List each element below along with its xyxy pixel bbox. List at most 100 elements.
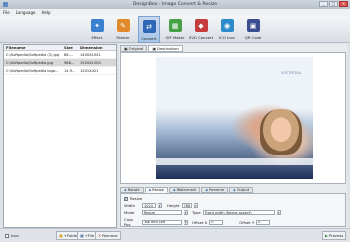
crop-pos-select[interactable]: Top and Left — [142, 219, 182, 225]
tab-label: Resize — [152, 188, 164, 192]
image-subject — [260, 109, 302, 155]
tab-label: Rename — [209, 188, 224, 192]
svg-convert-icon: ◆ — [194, 19, 208, 32]
width-input[interactable]: 1024 — [142, 203, 156, 208]
painter-tool-button[interactable]: ✎ Painter — [112, 16, 134, 43]
close-button[interactable]: ✕ — [339, 1, 348, 7]
qr-code-tool-button[interactable]: ▣ QR Code — [242, 16, 264, 43]
resize-checkbox[interactable]: ✔ — [124, 196, 128, 201]
tab-label: Rotate — [127, 188, 140, 192]
column-size[interactable]: Size — [62, 45, 78, 50]
file-size-cell: 14.9... — [64, 68, 76, 73]
tool-label: Convert — [141, 36, 157, 41]
remove-button[interactable]: ✕ Remove — [95, 231, 121, 240]
image-icon: ▣ — [152, 46, 157, 51]
chevron-down-icon[interactable]: ▾ — [276, 210, 281, 215]
icon-label: Icon — [11, 233, 19, 238]
tool-label: GIF Maker — [165, 35, 185, 40]
file-dimension-cell: 1201X421 — [80, 68, 99, 73]
tool-label: Effect — [91, 35, 103, 40]
offset-y-input[interactable]: 0 — [256, 219, 271, 225]
file-dimension-cell: 1920X1200 — [80, 60, 101, 65]
icon-checkbox[interactable] — [5, 233, 9, 238]
type-label: Type — [192, 210, 201, 215]
process-button[interactable]: ▶ Process — [322, 231, 347, 240]
output-icon: ◆ — [232, 188, 236, 192]
type-select[interactable]: Fixed width (Keeps aspect) — [202, 210, 275, 215]
menu-bar: File Language Help — [0, 9, 350, 16]
image-watermark: SOFTPEDIA — [280, 71, 301, 75]
tab-label: Watermark — [176, 188, 197, 192]
width-spinner[interactable]: ▾ — [158, 203, 162, 208]
remove-icon: ✕ — [98, 233, 102, 238]
menu-help[interactable]: Help — [41, 10, 50, 15]
file-row[interactable]: C:\Softpedia\Softpedia.jpg 988... 1920X120… — [4, 59, 116, 67]
folder-icon: ■ — [59, 233, 63, 238]
tool-label: Painter — [116, 35, 130, 40]
height-dropdown[interactable]: ▾ — [193, 203, 198, 208]
svg-convert-tool-button[interactable]: ◆ SVG Convert — [188, 16, 214, 43]
mode-label: Mode — [124, 210, 135, 215]
file-size-cell: 86.... — [64, 52, 74, 57]
offset-y-label: Offset Y — [239, 219, 255, 225]
crop-pos-label: Crop Pos — [124, 217, 133, 227]
file-row[interactable]: C:\Softpedia\Softpedia (2).jpg 86.... 1400… — [4, 51, 116, 59]
menu-file[interactable]: File — [3, 10, 10, 15]
gif-maker-icon: ▦ — [168, 19, 182, 32]
offset-x-input[interactable]: 0 — [209, 219, 224, 225]
effect-tool-button[interactable]: ✦ Effect — [86, 16, 108, 43]
ico-icon-tool-button[interactable]: ◉ ICO Icon — [216, 16, 238, 43]
image-stripe — [156, 158, 313, 165]
tool-label: SVG Convert — [188, 35, 214, 40]
chevron-down-icon[interactable]: ▾ — [184, 219, 188, 225]
resize-icon: ◆ — [148, 188, 152, 192]
maximize-button[interactable]: □ — [329, 1, 338, 7]
file-name-cell: C:\Softpedia\Softpedia.jpg — [6, 60, 53, 65]
height-label: Height — [167, 203, 180, 208]
resize-panel: ✔ Resize Width 1024 ▾ Height 768 ▾ Mode … — [120, 193, 346, 227]
tab-destination[interactable]: ▣ Destination — [148, 45, 183, 52]
file-size-cell: 988... — [64, 60, 75, 65]
image-icon: ▣ — [124, 46, 128, 51]
convert-icon: ⇄ — [142, 20, 156, 33]
width-label: Width — [124, 203, 136, 208]
painter-icon: ✎ — [116, 19, 130, 32]
offset-x-label: Offset X — [192, 219, 208, 225]
column-filename[interactable]: Filename — [4, 45, 62, 50]
tab-label: Output — [236, 188, 250, 192]
gif-maker-tool-button[interactable]: ▦ GIF Maker — [164, 16, 186, 43]
preview-image: SOFTPEDIA — [156, 57, 313, 179]
watermark-icon: ◆ — [172, 188, 176, 192]
window-controls: _ □ ✕ — [319, 1, 348, 7]
resize-label: Resize — [130, 196, 143, 201]
title-bar: DesignBox - Image Convert & Resize _ □ ✕ — [0, 0, 350, 9]
minimize-button[interactable]: _ — [319, 1, 328, 7]
rotate-icon: ◆ — [124, 188, 127, 192]
rename-icon: ◆ — [205, 188, 209, 192]
menu-language[interactable]: Language — [16, 10, 36, 15]
tool-label: ICO Icon — [219, 35, 235, 40]
preview-pane: SOFTPEDIA — [120, 52, 346, 184]
column-dimension[interactable]: Dimension — [78, 45, 116, 50]
ico-icon: ◉ — [220, 19, 234, 32]
bottom-bar: Icon ■ +Folder ■ +File ✕ Remove ▶ Process — [0, 228, 350, 242]
window-title: DesignBox - Image Convert & Resize — [132, 2, 218, 7]
height-input[interactable]: 768 — [181, 203, 192, 208]
mode-select[interactable]: Resize — [142, 210, 182, 215]
chevron-down-icon[interactable]: ▾ — [184, 210, 188, 215]
file-icon: ■ — [80, 233, 84, 238]
preview-area: ▣ Original ▣ Destination SOFTPEDIA ◆ Rotate… — [119, 44, 347, 228]
file-row[interactable]: C:\Softpedia\Softpedia logo... 14.9... 120… — [4, 67, 116, 75]
effect-icon: ✦ — [90, 19, 104, 32]
qr-code-icon: ▣ — [246, 19, 260, 32]
main-toolbar: ✦ Effect ✎ Painter ⇄ Convert ▦ GIF Maker ◆ SVG Co… — [0, 16, 350, 43]
file-name-cell: C:\Softpedia\Softpedia (2).jpg — [6, 52, 60, 57]
tool-label: QR Code — [244, 35, 262, 40]
preview-tabs: ▣ Original ▣ Destination — [120, 45, 183, 52]
tab-original[interactable]: ▣ Original — [120, 45, 148, 52]
convert-tool-button[interactable]: ⇄ Convert — [138, 16, 160, 43]
file-list[interactable]: Filename Size Dimension C:\Softpedia\Sof… — [3, 44, 117, 228]
process-icon: ▶ — [325, 233, 328, 238]
file-name-cell: C:\Softpedia\Softpedia logo... — [6, 68, 59, 73]
file-dimension-cell: 1400X1041 — [80, 52, 101, 57]
